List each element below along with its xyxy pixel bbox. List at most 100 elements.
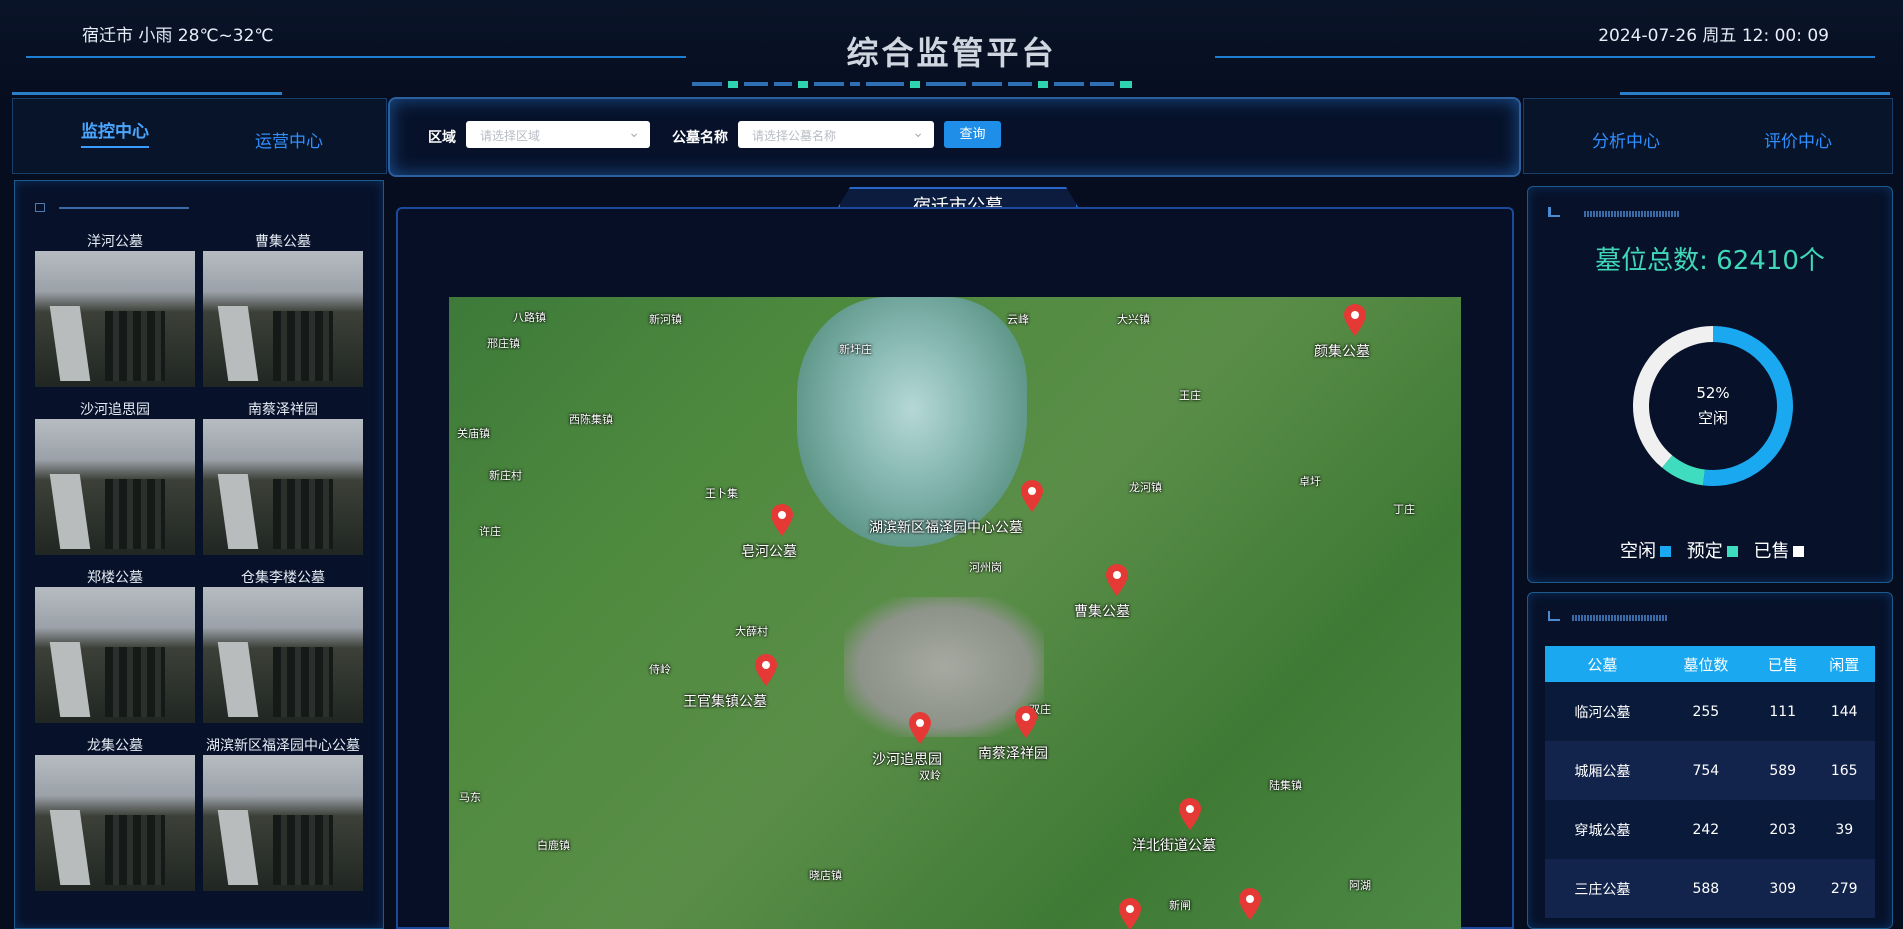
map-place-label: 晓店镇	[809, 869, 842, 882]
map-place-label: 西陈集镇	[569, 413, 613, 426]
map-place-label: 侍岭	[649, 663, 671, 676]
map-pin-label: 南蔡泽祥园	[978, 746, 1048, 762]
table-cell: 39	[1813, 800, 1875, 859]
camera-name: 沙河追思园	[80, 402, 150, 418]
left-nav: 监控中心 运营中心	[12, 98, 387, 174]
map-place-label: 阿湖	[1349, 879, 1371, 892]
camera-name: 南蔡泽祥园	[248, 402, 318, 418]
map-place-label: 丁庄	[1393, 503, 1415, 516]
region-label: 区域	[428, 130, 456, 146]
region-placeholder: 请选择区域	[480, 129, 541, 143]
map-pin-label: 洋北街道公墓	[1132, 838, 1216, 854]
map-place-label: 王卜集	[705, 487, 738, 500]
tab-analysis-center[interactable]: 分析中心	[1592, 127, 1660, 152]
panel-title-placeholder	[59, 207, 189, 209]
region-select[interactable]: 请选择区域 ⌄	[466, 121, 650, 148]
donut-center-pct: 52%	[1696, 384, 1729, 402]
map-pin[interactable]	[1117, 897, 1143, 929]
bar-chart-icon	[1548, 207, 1560, 217]
table-cell: 城厢公墓	[1545, 741, 1660, 800]
table-header: 公墓	[1545, 646, 1660, 682]
map-pin[interactable]	[753, 653, 779, 687]
camera-feed-image	[35, 251, 195, 387]
table-row[interactable]: 三庄公墓 588 309 279	[1545, 859, 1875, 918]
table-cell: 588	[1659, 859, 1752, 918]
table-cell: 穿城公墓	[1545, 800, 1660, 859]
camera-name: 仓集李楼公墓	[241, 570, 325, 586]
map-marker-icon	[1239, 888, 1261, 920]
right-nav: 分析中心 评价中心	[1523, 98, 1893, 174]
map-marker-icon	[1119, 898, 1141, 929]
map-place-label: 马东	[459, 791, 481, 804]
cemetery-select[interactable]: 请选择公墓名称 ⌄	[738, 121, 934, 148]
camera-tile[interactable]: 南蔡泽祥园	[203, 399, 363, 555]
map-place-label: 卓圩	[1299, 475, 1321, 488]
map-place-label: 陆集镇	[1269, 779, 1302, 792]
camera-name: 郑楼公墓	[87, 570, 143, 586]
map-marker-icon	[1021, 480, 1043, 512]
map-pin-label: 沙河追思园	[872, 752, 942, 768]
map-pin[interactable]	[1342, 303, 1368, 337]
table-cell: 255	[1659, 682, 1752, 741]
camera-tile[interactable]: 曹集公墓	[203, 231, 363, 387]
table-cell: 589	[1751, 741, 1814, 800]
map-pin[interactable]	[1019, 479, 1045, 513]
map-pin-label: 曹集公墓	[1074, 604, 1130, 620]
tab-operation-center[interactable]: 运营中心	[255, 127, 323, 152]
search-bar: 区域 请选择区域 ⌄ 公墓名称 请选择公墓名称 ⌄ 查询	[388, 97, 1521, 177]
table-row[interactable]: 临河公墓 255 111 144	[1545, 682, 1875, 741]
legend-free: 空闲	[1620, 541, 1656, 562]
map-pin[interactable]	[1177, 797, 1203, 831]
satellite-map[interactable]: 八路镇 新河镇 云峰 大兴镇 邢庄镇 新圩庄 王庄 西陈集镇 关庙镇 新庄村 王卜集 许庄 河州岗 大薛村…	[449, 297, 1461, 929]
panel-title-placeholder	[1584, 211, 1679, 217]
camera-tile[interactable]: 仓集李楼公墓	[203, 567, 363, 723]
map-marker-icon	[755, 654, 777, 686]
map-place-label: 八路镇	[513, 311, 546, 324]
map-place-label: 许庄	[479, 525, 501, 538]
table-cell: 754	[1659, 741, 1752, 800]
table-row[interactable]: 穿城公墓 242 203 39	[1545, 800, 1875, 859]
map-place-label: 双岭	[919, 769, 941, 782]
map-marker-icon	[1179, 798, 1201, 830]
map-pin-label: 颜集公墓	[1314, 344, 1370, 360]
chevron-down-icon: ⌄	[628, 125, 640, 141]
map-place-label: 云峰	[1007, 313, 1029, 326]
line-chart-icon	[1548, 611, 1560, 621]
map-pin-label: 皂河公墓	[741, 544, 797, 560]
camera-name: 湖滨新区福泽园中心公墓	[206, 738, 360, 754]
map-pin[interactable]	[769, 503, 795, 537]
camera-tile[interactable]: 沙河追思园	[35, 399, 195, 555]
table-cell: 111	[1751, 682, 1814, 741]
map-marker-icon	[1344, 304, 1366, 336]
tab-evaluation-center[interactable]: 评价中心	[1764, 127, 1832, 152]
map-place-label: 新河镇	[649, 313, 682, 326]
map-place-label: 大薛村	[735, 625, 768, 638]
map-marker-icon	[771, 504, 793, 536]
camera-tile[interactable]: 郑楼公墓	[35, 567, 195, 723]
table-header: 已售	[1751, 646, 1814, 682]
camera-feed-image	[35, 587, 195, 723]
chevron-down-icon: ⌄	[912, 125, 924, 141]
query-button[interactable]: 查询	[944, 121, 1001, 148]
table-cell: 279	[1813, 859, 1875, 918]
donut-segment-空闲	[1702, 326, 1793, 486]
map-place-label: 大兴镇	[1117, 313, 1150, 326]
map-place-label: 新庄村	[489, 469, 522, 482]
table-row[interactable]: 城厢公墓 754 589 165	[1545, 741, 1875, 800]
lake-area	[797, 297, 1027, 547]
tab-monitor-center[interactable]: 监控中心	[81, 117, 149, 148]
map-pin[interactable]	[907, 711, 933, 745]
map-pin[interactable]	[1104, 563, 1130, 597]
total-plots: 墓位总数: 62410个	[1595, 246, 1825, 276]
camera-feed-image	[203, 251, 363, 387]
map-place-label: 新闸	[1169, 899, 1191, 912]
cemetery-label: 公墓名称	[672, 130, 728, 146]
legend-reserved: 预定	[1686, 541, 1723, 562]
panel-title-placeholder	[1572, 615, 1667, 621]
camera-tile[interactable]: 湖滨新区福泽园中心公墓	[203, 735, 363, 891]
map-pin[interactable]	[1237, 887, 1263, 921]
camera-tile[interactable]: 洋河公墓	[35, 231, 195, 387]
map-pin[interactable]	[1013, 705, 1039, 739]
camera-tile[interactable]: 龙集公墓	[35, 735, 195, 891]
map-marker-icon	[909, 712, 931, 744]
